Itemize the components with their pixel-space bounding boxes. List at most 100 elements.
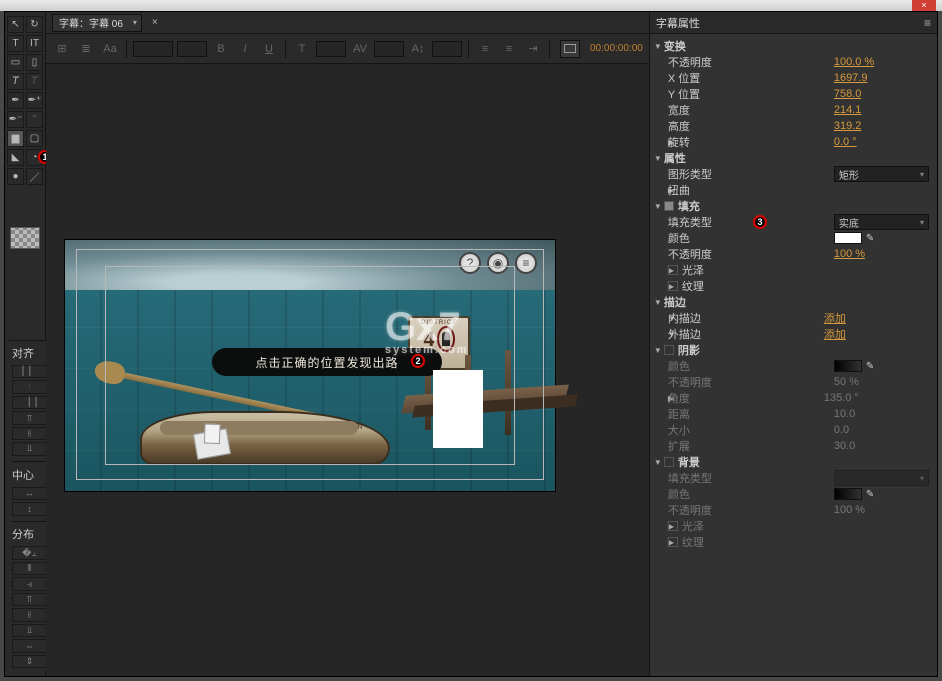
dist-even-h-button[interactable]: ⇔ xyxy=(12,639,47,652)
align-center-icon[interactable]: ≡ xyxy=(499,39,519,59)
height-value[interactable]: 319.2 xyxy=(834,120,862,132)
fill-header[interactable]: 填充 xyxy=(678,198,834,214)
monitor-content: DISTRICT 4 ? ◉ ≡ xyxy=(65,240,555,491)
italic-button[interactable]: I xyxy=(235,39,255,59)
font-size-icon: T xyxy=(292,39,312,59)
shadow-eyedropper-icon[interactable]: ✎ xyxy=(866,361,874,372)
font-size-field[interactable] xyxy=(316,41,346,57)
type-tool[interactable]: T xyxy=(7,35,24,52)
program-monitor[interactable]: DISTRICT 4 ? ◉ ≡ xyxy=(64,239,556,492)
dist-even-v-button[interactable]: ⇕ xyxy=(12,655,47,668)
rotation-value[interactable]: 0.0 ° xyxy=(834,136,857,148)
kerning-field[interactable] xyxy=(374,41,404,57)
line-tool[interactable]: ／ xyxy=(26,168,43,185)
rounded-rect-tool[interactable]: ▢ xyxy=(26,130,43,147)
align-right-button[interactable]: ▕▕ xyxy=(12,396,47,409)
strokes-header[interactable]: 描边 xyxy=(664,294,844,310)
ypos-label: Y 位置 xyxy=(654,86,834,102)
tab-icon[interactable]: ⇥ xyxy=(523,39,543,59)
dist-hcenter-button[interactable]: ⫴ xyxy=(12,562,47,575)
props-header[interactable]: 字幕属性 ≡ xyxy=(650,12,937,34)
area-type-tool[interactable]: ▭ xyxy=(7,54,24,71)
eyedropper-icon[interactable]: ✎ xyxy=(866,233,874,244)
dist-vcenter-button[interactable]: ⫲ xyxy=(12,608,47,621)
vertical-path-type-tool[interactable]: 𝘛 xyxy=(26,73,43,90)
shadow-color-chip[interactable] xyxy=(834,360,862,372)
shadow-opacity-label: 不透明度 xyxy=(654,374,834,390)
fill-opacity-label: 不透明度 xyxy=(654,246,834,262)
fill-swatch[interactable] xyxy=(10,227,40,249)
inner-stroke-add[interactable]: 添加 xyxy=(824,310,846,326)
fill-type-select[interactable]: 实底 xyxy=(834,214,929,230)
attributes-header[interactable]: 属性 xyxy=(664,150,844,166)
delete-anchor-tool[interactable]: ✒⁻ xyxy=(7,111,24,128)
close-tab-button[interactable]: × xyxy=(148,17,162,28)
rotation-label[interactable]: 旋转 xyxy=(668,134,834,150)
fill-checkbox[interactable] xyxy=(664,201,674,211)
outer-stroke-label[interactable]: 外描边 xyxy=(668,326,824,342)
rotate-tool[interactable]: ↻ xyxy=(26,16,43,33)
underline-button[interactable]: U xyxy=(259,39,279,59)
center-v-button[interactable]: ↕ xyxy=(12,502,47,515)
path-type-tool[interactable]: 𝘛 xyxy=(7,73,24,90)
show-video-button[interactable] xyxy=(560,40,580,58)
ypos-value[interactable]: 758.0 xyxy=(834,88,862,100)
shadow-color-label: 颜色 xyxy=(654,358,834,374)
shadow-spread-label: 扩展 xyxy=(654,438,834,454)
add-anchor-tool[interactable]: ✒⁺ xyxy=(26,92,43,109)
timecode-display[interactable]: 00:00:00:00 xyxy=(590,43,643,54)
fill-opacity-value[interactable]: 100 % xyxy=(834,248,865,260)
xpos-value[interactable]: 1697.9 xyxy=(834,72,868,84)
titlebar[interactable]: × xyxy=(0,0,942,11)
opacity-value[interactable]: 100.0 % xyxy=(834,56,874,68)
bold-button[interactable]: B xyxy=(211,39,231,59)
inner-stroke-label[interactable]: 内描边 xyxy=(668,310,824,326)
dist-bottom-button[interactable]: ⫫ xyxy=(12,624,47,637)
pen-tool[interactable]: ✒ xyxy=(7,92,24,109)
texture-label[interactable]: 纹理 xyxy=(682,278,862,294)
align-left-icon[interactable]: ≡ xyxy=(475,39,495,59)
distort-label[interactable]: 扭曲 xyxy=(668,182,848,198)
background-header[interactable]: 背景 xyxy=(678,454,834,470)
font-style-field[interactable] xyxy=(177,41,207,57)
canvas[interactable]: DISTRICT 4 ? ◉ ≡ xyxy=(46,64,649,676)
dist-right-button[interactable]: ⫣ xyxy=(12,577,47,590)
align-bottom-button[interactable]: ⫫ xyxy=(12,442,47,455)
rectangle-tool[interactable]: ▆ xyxy=(7,130,24,147)
font-family-field[interactable] xyxy=(133,41,173,57)
center-h-button[interactable]: ↔ xyxy=(12,487,47,500)
align-top-button[interactable]: ⫪ xyxy=(12,411,47,424)
shadow-checkbox[interactable] xyxy=(664,345,674,355)
align-left-button[interactable]: ▏▏ xyxy=(12,365,47,378)
align-vcenter-button[interactable]: ⫲ xyxy=(12,427,47,440)
style-icon[interactable]: Aa xyxy=(100,39,120,59)
vertical-area-type-tool[interactable]: ▯ xyxy=(26,54,43,71)
graphic-type-select[interactable]: 矩形 xyxy=(834,166,929,182)
bg-color-chip xyxy=(834,488,862,500)
leading-field[interactable] xyxy=(432,41,462,57)
xpos-label: X 位置 xyxy=(654,70,834,86)
background-checkbox[interactable] xyxy=(664,457,674,467)
dist-left-button[interactable]: �⫠ xyxy=(12,546,47,559)
shadow-header[interactable]: 阴影 xyxy=(678,342,834,358)
outer-stroke-add[interactable]: 添加 xyxy=(824,326,846,342)
convert-anchor-tool[interactable]: ⌃ xyxy=(26,111,43,128)
align-hcenter-button[interactable]: ⫶ xyxy=(12,380,47,393)
width-value[interactable]: 214.1 xyxy=(834,104,862,116)
bg-fill-type-select xyxy=(834,470,929,486)
texture-checkbox[interactable] xyxy=(668,281,678,291)
template-icon[interactable]: ⊞ xyxy=(52,39,72,59)
roll-crawl-icon[interactable]: ≣ xyxy=(76,39,96,59)
panel-menu-icon[interactable]: ≡ xyxy=(924,16,931,30)
dist-top-button[interactable]: ⫪ xyxy=(12,593,47,606)
sheen-label[interactable]: 光泽 xyxy=(682,262,862,278)
document-dropdown[interactable]: 字幕：字幕 06 xyxy=(52,14,142,32)
props-title: 字幕属性 xyxy=(656,15,700,31)
fill-color-chip[interactable] xyxy=(834,232,862,244)
selection-tool[interactable]: ↖ xyxy=(7,16,24,33)
wedge-tool[interactable]: ◣ xyxy=(7,149,24,166)
sheen-checkbox[interactable] xyxy=(668,265,678,275)
ellipse-tool[interactable]: ● xyxy=(7,168,24,185)
transform-header[interactable]: 变换 xyxy=(664,38,844,54)
vertical-type-tool[interactable]: IT xyxy=(26,35,43,52)
